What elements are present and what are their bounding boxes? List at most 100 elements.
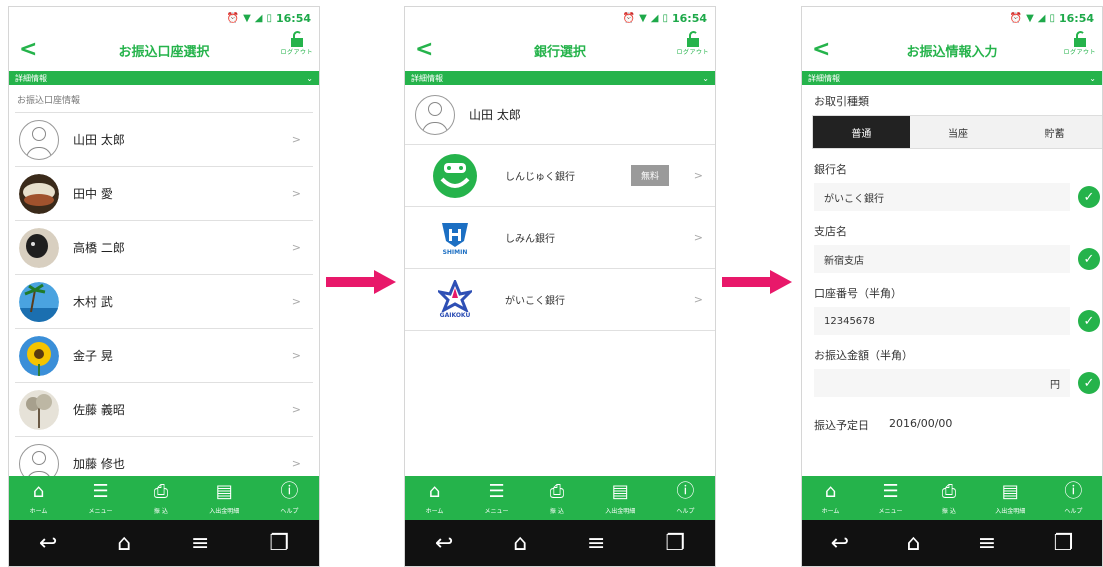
tab-home[interactable]: ⌂ ホーム	[30, 480, 48, 515]
status-bar: ⏰ ▼ ◢ ▯ 16:54	[9, 7, 319, 29]
tab-help[interactable]: ⓘ ヘルプ	[1064, 481, 1082, 515]
phone-screen-transfer-input: ⏰ ▼ ◢ ▯ 16:54 < お振込情報入力 ログアウト 詳細情報 ⌄ お取引…	[801, 6, 1103, 567]
tab-menu[interactable]: ☰ メニュー	[879, 481, 903, 515]
tab-transfer[interactable]: ⎙ 振 込	[550, 481, 564, 515]
unlock-icon	[1073, 31, 1087, 47]
signal-icon: ◢	[254, 12, 263, 24]
avatar	[19, 281, 59, 322]
detail-bar[interactable]: 詳細情報 ⌄	[405, 71, 715, 85]
list-item[interactable]: 田中 愛 >	[15, 166, 313, 220]
home-nav-icon[interactable]: ⌂	[906, 531, 920, 556]
alarm-icon: ⏰	[226, 12, 240, 24]
menu-icon: ☰	[92, 480, 109, 502]
account-list: 山田 太郎 > 田中 愛 > 高橋 二郎 > 木村 武 > 金子 晃 > 佐藤 …	[9, 112, 319, 490]
chevron-down-icon: ⌄	[702, 73, 709, 83]
gaikoku-logo-text: GAIKOKU	[439, 312, 471, 319]
transaction-type-segmented: 普通 当座 貯蓄	[812, 115, 1102, 149]
check-icon: ✓	[1078, 186, 1100, 208]
yen-unit: 円	[1050, 379, 1060, 391]
recent-apps-icon[interactable]: ❐	[1054, 531, 1074, 556]
alarm-icon: ⏰	[622, 12, 636, 24]
logout-button[interactable]: ログアウト	[1063, 31, 1096, 56]
wifi-icon: ▼	[1026, 12, 1034, 24]
section-label: お振込口座情報	[17, 96, 81, 106]
recent-apps-icon[interactable]: ❐	[665, 531, 685, 556]
branch-name-field[interactable]: 新宿支店	[814, 245, 1070, 273]
logout-button[interactable]: ログアウト	[676, 31, 709, 56]
back-icon[interactable]: <	[812, 37, 830, 62]
detail-bar[interactable]: 詳細情報 ⌄	[9, 71, 319, 85]
tab-statement[interactable]: ▤ 入出金明細	[995, 481, 1025, 515]
menu-nav-icon[interactable]: ≡	[587, 531, 605, 556]
type-option-current[interactable]: 当座	[909, 116, 1007, 148]
back-icon[interactable]: <	[415, 37, 433, 62]
page-title: 銀行選択	[533, 44, 586, 60]
android-nav-bar: ↩ ⌂ ≡ ❐	[405, 520, 715, 566]
bank-name: しんじゅく銀行	[505, 172, 575, 183]
tab-home[interactable]: ⌂ ホーム	[822, 481, 840, 515]
amount-field[interactable]: 円	[814, 369, 1070, 397]
fee-free-badge: 無料	[630, 165, 669, 186]
list-item[interactable]: 山田 太郎 >	[15, 112, 313, 166]
shimin-bank-logo-icon: SHIMIN	[425, 219, 485, 256]
account-name: 佐藤 義昭	[73, 403, 125, 417]
bank-name-field[interactable]: がいこく銀行	[814, 183, 1070, 211]
android-nav-bar: ↩ ⌂ ≡ ❐	[9, 520, 319, 566]
transfer-date-row: 振込予定日 2016/00/00	[802, 417, 1102, 433]
tab-transfer[interactable]: ⎙ 振 込	[942, 481, 956, 515]
home-icon: ⌂	[32, 480, 45, 502]
recent-apps-icon[interactable]: ❐	[269, 531, 289, 556]
account-name: 金子 晃	[73, 349, 113, 363]
back-arrow-icon[interactable]: ↩	[39, 531, 57, 556]
tab-menu[interactable]: ☰ メニュー	[485, 481, 509, 515]
avatar	[19, 335, 59, 376]
back-arrow-icon[interactable]: ↩	[435, 531, 453, 556]
home-nav-icon[interactable]: ⌂	[117, 531, 131, 556]
logout-label: ログアウト	[676, 49, 709, 56]
shinjuku-bank-logo-icon	[425, 153, 485, 199]
avatar	[19, 389, 59, 430]
check-icon: ✓	[1078, 310, 1100, 332]
tab-statement[interactable]: ▤ 入出金明細	[605, 481, 635, 515]
menu-nav-icon[interactable]: ≡	[191, 531, 209, 556]
tab-bar: ⌂ ホーム ☰ メニュー ⎙ 振 込 ▤ 入出金明細 ⓘ ヘルプ	[405, 476, 715, 520]
list-item[interactable]: 佐藤 義昭 >	[15, 382, 313, 436]
list-item[interactable]: 木村 武 >	[15, 274, 313, 328]
list-item[interactable]: 金子 晃 >	[15, 328, 313, 382]
transfer-date-value: 2016/00/00	[889, 417, 953, 430]
page-title: お振込口座選択	[118, 44, 210, 60]
logout-label: ログアウト	[1063, 49, 1096, 56]
home-nav-icon[interactable]: ⌂	[513, 531, 527, 556]
wifi-icon: ▼	[243, 12, 251, 24]
battery-icon: ▯	[266, 12, 272, 24]
help-icon: ⓘ	[676, 480, 695, 502]
back-icon[interactable]: <	[19, 37, 37, 62]
tab-statement[interactable]: ▤ 入出金明細	[209, 481, 239, 515]
bank-item-shinjuku[interactable]: しんじゅく銀行 無料 >	[405, 145, 715, 207]
logout-button[interactable]: ログアウト	[280, 31, 313, 56]
account-number-label: 口座番号（半角）	[814, 287, 902, 300]
type-option-savings[interactable]: 貯蓄	[1006, 116, 1102, 148]
bank-item-shimin[interactable]: SHIMIN しみん銀行 >	[405, 207, 715, 269]
tab-transfer[interactable]: ⎙ 振 込	[154, 481, 168, 515]
flow-arrow-icon	[722, 270, 792, 294]
tab-home[interactable]: ⌂ ホーム	[426, 480, 444, 515]
type-option-ordinary[interactable]: 普通	[813, 116, 910, 148]
app-header: < 銀行選択 ログアウト	[405, 29, 715, 71]
tab-help[interactable]: ⓘ ヘルプ	[280, 481, 298, 515]
tab-menu[interactable]: ☰ メニュー	[89, 480, 113, 515]
list-item[interactable]: 高橋 二郎 >	[15, 220, 313, 274]
menu-nav-icon[interactable]: ≡	[978, 531, 996, 556]
avatar	[19, 173, 59, 214]
account-name: 木村 武	[73, 295, 113, 309]
bank-item-gaikoku[interactable]: GAIKOKU がいこく銀行 >	[405, 269, 715, 331]
home-icon: ⌂	[428, 480, 441, 502]
phone-screen-bank-select: ⏰ ▼ ◢ ▯ 16:54 < 銀行選択 ログアウト 詳細情報 ⌄ 山田 太郎 …	[404, 6, 716, 567]
account-number-field[interactable]: 12345678	[814, 307, 1070, 335]
detail-bar[interactable]: 詳細情報 ⌄	[802, 71, 1102, 85]
gaikoku-bank-logo-icon: GAIKOKU	[425, 280, 485, 319]
account-name: 高橋 二郎	[73, 241, 125, 255]
back-arrow-icon[interactable]: ↩	[831, 531, 849, 556]
amount-label: お振込金額（半角）	[814, 349, 913, 362]
tab-help[interactable]: ⓘ ヘルプ	[676, 480, 695, 515]
